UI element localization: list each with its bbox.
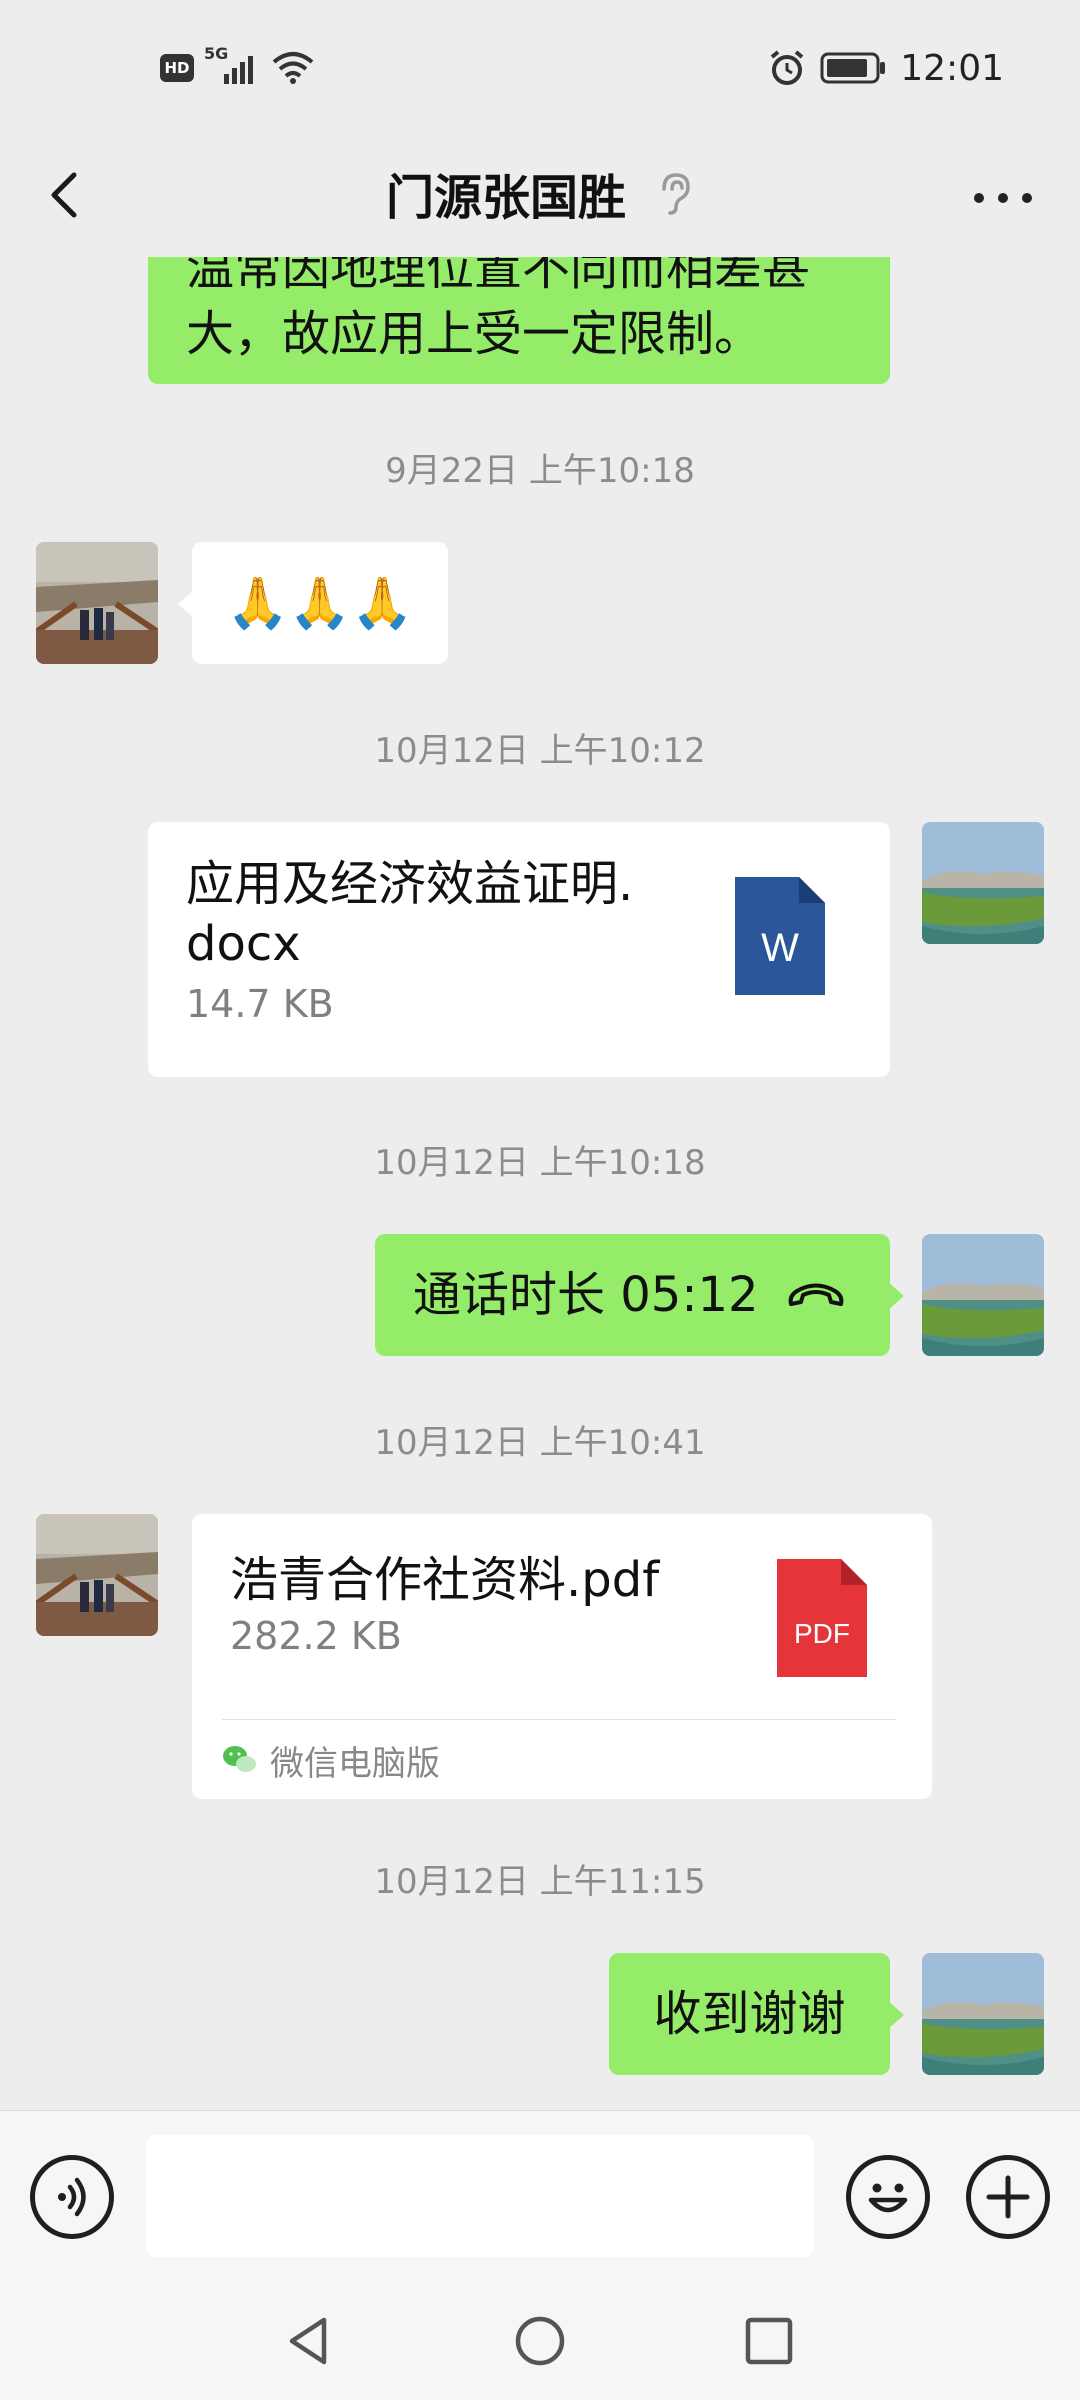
- input-bar: [0, 2110, 1080, 2282]
- timestamp: 9月22日 上午10:18: [385, 451, 695, 491]
- word-icon-letter: W: [761, 926, 799, 970]
- voice-icon: [58, 2177, 86, 2217]
- title-wrap: 门源张国胜: [0, 153, 1080, 233]
- message-bubble-call[interactable]: 通话时长 05:12: [375, 1234, 904, 1356]
- alarm-icon: [770, 50, 804, 85]
- my-avatar[interactable]: [922, 1234, 1044, 1356]
- system-nav-bar: [0, 2282, 1080, 2400]
- my-avatar[interactable]: [922, 822, 1044, 944]
- signal-icon: 5G: [204, 44, 260, 86]
- file-name: 应用及经济效益证明.: [186, 856, 634, 912]
- triangle-back-icon: [289, 2317, 327, 2365]
- page-title: 门源张国胜: [385, 170, 626, 226]
- my-avatar[interactable]: [922, 1953, 1044, 2075]
- emoji-button[interactable]: [846, 2155, 930, 2239]
- clock: 12:01: [900, 47, 1004, 89]
- contact-avatar[interactable]: [36, 1514, 158, 1636]
- file-name: 浩青合作社资料.pdf: [230, 1552, 660, 1608]
- message-input[interactable]: [146, 2135, 814, 2257]
- circle-home-icon: [515, 2316, 565, 2366]
- wechat-icon: [223, 1746, 256, 1772]
- ear-icon: [662, 173, 690, 215]
- message-bubble-received-emoji[interactable]: 🙏🙏🙏: [178, 542, 448, 664]
- message-bubble-sent-text[interactable]: 温常因地理位置不同而相差甚 大，故应用上受一定限制。: [148, 257, 890, 384]
- word-file-icon: W: [735, 877, 825, 995]
- call-duration-text: 通话时长 05:12: [413, 1267, 759, 1323]
- timestamp: 10月12日 上午10:41: [374, 1423, 706, 1463]
- timestamp: 10月12日 上午11:15: [374, 1862, 706, 1902]
- file-source-label: 微信电脑版: [270, 1743, 440, 1784]
- timestamp: 10月12日 上午10:12: [374, 731, 706, 771]
- status-bar: HD 5G 12:01: [0, 0, 1080, 135]
- nav-back-button[interactable]: [274, 2306, 344, 2376]
- wifi-icon: [272, 52, 314, 84]
- more-dot-icon: [1022, 193, 1032, 203]
- hd-badge: HD: [160, 54, 194, 82]
- more-button[interactable]: [968, 173, 1038, 223]
- file-card-divider: [222, 1719, 896, 1720]
- status-left-group: HD 5G: [160, 44, 316, 88]
- add-button[interactable]: [966, 2155, 1050, 2239]
- message-bubble-sent-text[interactable]: 收到谢谢: [609, 1953, 904, 2075]
- plus-icon: [986, 2175, 1030, 2219]
- message-text-line: 温常因地理位置不同而相差甚: [186, 257, 811, 296]
- emoji-icon: [868, 2183, 908, 2213]
- message-text: 收到谢谢: [653, 1986, 846, 2042]
- file-card-docx[interactable]: 应用及经济效益证明. docx 14.7 KB W: [148, 822, 890, 1077]
- phone-hangup-icon: [788, 1283, 843, 1306]
- status-right-group: 12:01: [768, 44, 1004, 92]
- battery-icon: [820, 52, 886, 84]
- chat-area[interactable]: 温常因地理位置不同而相差甚 大，故应用上受一定限制。 9月22日 上午10:18…: [0, 257, 1080, 2110]
- nav-home-button[interactable]: [505, 2306, 575, 2376]
- contact-avatar[interactable]: [36, 542, 158, 664]
- file-size: 282.2 KB: [230, 1614, 402, 1658]
- file-card-pdf[interactable]: 浩青合作社资料.pdf 282.2 KB PDF 微信电脑版: [192, 1514, 932, 1799]
- voice-button[interactable]: [30, 2155, 114, 2239]
- nav-recents-button[interactable]: [734, 2306, 804, 2376]
- file-source-row: 微信电脑版: [222, 1736, 440, 1784]
- pdf-icon-label: PDF: [794, 1618, 850, 1649]
- more-dot-icon: [974, 193, 984, 203]
- message-text-line: 大，故应用上受一定限制。: [186, 306, 763, 362]
- pdf-file-icon: PDF: [777, 1559, 867, 1677]
- timestamp: 10月12日 上午10:18: [374, 1143, 706, 1183]
- square-recents-icon: [745, 2317, 793, 2365]
- emoji-text: 🙏🙏🙏: [226, 573, 414, 632]
- chat-header: 门源张国胜: [0, 135, 1080, 257]
- more-dot-icon: [998, 193, 1008, 203]
